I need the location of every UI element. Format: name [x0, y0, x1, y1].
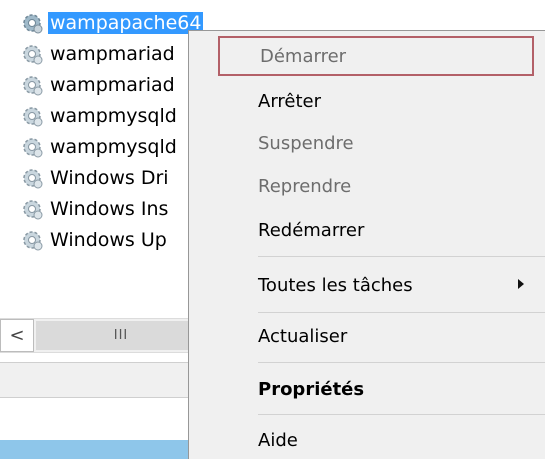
grip-icon: III: [113, 328, 129, 343]
gear-icon: [23, 137, 43, 157]
menu-item-label: Propriétés: [258, 378, 365, 400]
menu-separator: [258, 414, 545, 415]
menu-item-label: Démarrer: [260, 45, 347, 67]
menu-item-label: Aide: [258, 429, 298, 451]
menu-item-label: Reprendre: [258, 175, 352, 197]
service-name: wampmariad: [50, 73, 175, 96]
scroll-left-button[interactable]: <: [0, 319, 34, 352]
gear-icon: [23, 13, 43, 33]
horizontal-scrollbar[interactable]: < III: [0, 318, 206, 353]
bottom-tab-strip: [0, 440, 200, 459]
menu-item-refresh[interactable]: Actualiser: [190, 316, 545, 356]
menu-item-label: Arrêter: [258, 90, 322, 112]
menu-item-restart[interactable]: Redémarrer: [190, 210, 545, 250]
chevron-left-icon: <: [9, 325, 25, 346]
menu-item-pause[interactable]: Suspendre: [190, 123, 545, 163]
menu-item-label: Toutes les tâches: [258, 274, 413, 296]
menu-item-all-tasks[interactable]: Toutes les tâches: [190, 265, 545, 305]
menu-item-properties[interactable]: Propriétés: [190, 369, 545, 409]
service-name: wampmysqld: [50, 104, 177, 127]
gear-icon: [23, 75, 43, 95]
menu-separator: [258, 312, 545, 313]
gear-icon: [23, 168, 43, 188]
menu-separator: [258, 362, 545, 363]
service-name: Windows Up: [50, 228, 167, 251]
service-name: wampmariad: [50, 42, 175, 65]
gear-icon: [23, 230, 43, 250]
menu-item-start[interactable]: Démarrer: [218, 36, 534, 76]
menu-item-resume[interactable]: Reprendre: [190, 166, 545, 206]
gear-icon: [23, 199, 43, 219]
menu-item-stop[interactable]: Arrêter: [190, 81, 545, 121]
gear-icon: [23, 106, 43, 126]
service-name: Windows Dri: [50, 166, 169, 189]
scrollbar-thumb[interactable]: III: [36, 321, 206, 350]
service-name: wampmysqld: [50, 135, 177, 158]
submenu-arrow-icon: [518, 279, 524, 289]
menu-item-label: Redémarrer: [258, 219, 365, 241]
menu-separator: [258, 256, 545, 257]
status-bar: [0, 362, 200, 398]
service-name: wampapache64: [48, 11, 204, 34]
context-menu: Démarrer Arrêter Suspendre Reprendre Red…: [188, 30, 545, 459]
menu-item-help[interactable]: Aide: [190, 420, 545, 460]
menu-item-label: Actualiser: [258, 325, 348, 347]
service-name: Windows Ins: [50, 197, 169, 220]
gear-icon: [23, 44, 43, 64]
menu-item-label: Suspendre: [258, 132, 354, 154]
